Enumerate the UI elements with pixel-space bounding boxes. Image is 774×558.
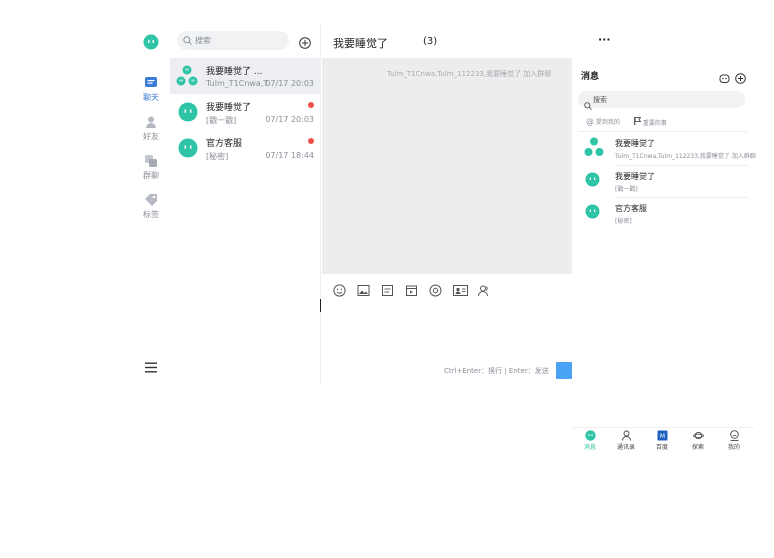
contacts-icon	[621, 430, 632, 441]
tab-label: 我的	[727, 444, 740, 451]
contact-card-icon[interactable]	[453, 282, 468, 296]
search-icon	[584, 95, 592, 114]
rail-item-friends[interactable]: 好友	[134, 115, 168, 142]
emoji-icon[interactable]	[333, 282, 346, 297]
input-hint: Ctrl+Enter：换行 | Enter：发送	[444, 367, 549, 375]
item-name: 我要睡觉了	[615, 172, 655, 181]
search-input[interactable]: 搜索	[177, 31, 289, 50]
conversation-item[interactable]: 我要睡觉了 ... Tulm_T1Cnwa,T... 07/17 20:03	[170, 58, 320, 94]
tab-messages[interactable]: 消息	[572, 430, 608, 451]
tab-profile[interactable]: 我的	[716, 430, 752, 451]
avatar	[178, 102, 198, 122]
tab-bar-divider	[572, 427, 754, 428]
divider	[615, 165, 748, 166]
filter-label: 重要的事	[642, 120, 667, 127]
unread-dot	[308, 138, 314, 144]
filter-mentions[interactable]: @ 提到我的	[586, 117, 620, 126]
tab-contacts[interactable]: 通讯录	[608, 430, 644, 451]
bot-icon[interactable]	[719, 69, 730, 83]
group-avatar	[176, 65, 198, 87]
search-placeholder: 搜索	[195, 36, 211, 45]
conversation-item[interactable]: 我要睡觉了 [戳一戳] 07/17 20:03	[170, 94, 320, 130]
rail-item-label: 群聊	[143, 171, 159, 180]
avatar	[585, 172, 600, 187]
member-count: (3)	[423, 36, 438, 47]
app-logo-icon	[143, 34, 159, 50]
messages-icon	[584, 430, 596, 441]
rail-item-chat[interactable]: 聊天	[134, 76, 168, 103]
flag-icon	[634, 117, 642, 127]
list-item[interactable]: 官方客服 [秘密]	[572, 201, 754, 233]
svg-text:M: M	[659, 433, 664, 440]
chat-icon	[144, 76, 158, 90]
conversation-list: 搜索 我要睡觉了 ... Tulm_T1Cnwa,T... 07/17 20:0…	[170, 24, 321, 384]
baidu-icon: M	[657, 430, 668, 441]
conversation-name: 官方客服	[206, 139, 243, 149]
rail-item-label: 标签	[143, 210, 159, 219]
search-icon	[183, 36, 192, 47]
conversation-time: 07/17 20:03	[265, 115, 314, 124]
item-preview: [秘密]	[615, 218, 632, 225]
item-preview: Tulm_T1Cnwa,Tulm_112233,我要睡觉了 加入群聊	[615, 153, 756, 160]
file-icon[interactable]	[381, 282, 394, 296]
text-cursor	[320, 299, 321, 312]
calendar-icon[interactable]	[405, 282, 418, 296]
conversation-item[interactable]: 官方客服 [秘密] 07/17 18:44	[170, 130, 320, 166]
panel-title: 消息	[581, 72, 600, 82]
search-placeholder: 搜索	[593, 96, 607, 104]
group-icon	[144, 154, 158, 168]
friends-icon	[144, 115, 158, 129]
image-icon[interactable]	[357, 282, 370, 296]
profile-icon	[729, 430, 740, 441]
system-message: Tulm_T1Cnwa,Tulm_112233,我要睡觉了 加入群聊	[387, 70, 552, 78]
group-member-icon[interactable]	[477, 282, 490, 297]
mention-icon[interactable]	[429, 282, 442, 297]
chat-title: 我要睡觉了	[333, 37, 388, 50]
menu-icon[interactable]	[145, 358, 157, 373]
item-name: 官方客服	[615, 204, 647, 213]
rail-item-group[interactable]: 群聊	[134, 154, 168, 181]
tab-explore[interactable]: 探索	[680, 430, 716, 451]
divider	[578, 131, 748, 132]
conversation-time: 07/17 20:03	[265, 79, 314, 88]
tab-baidu[interactable]: M 百度	[644, 430, 680, 451]
search-input[interactable]: 搜索	[578, 91, 745, 110]
filter-important[interactable]: 重要的事	[634, 117, 667, 127]
tag-icon	[144, 193, 158, 207]
divider	[615, 197, 748, 198]
conversation-name: 我要睡觉了 ...	[206, 67, 263, 77]
group-avatar	[584, 137, 604, 157]
message-input-area: Ctrl+Enter：换行 | Enter：发送	[320, 274, 572, 384]
add-icon[interactable]	[735, 69, 746, 84]
add-icon[interactable]	[299, 34, 311, 49]
chat-header: 我要睡觉了 (3) ···	[322, 24, 620, 58]
item-preview: [戳一戳]	[615, 186, 638, 193]
tab-label: 通讯录	[616, 444, 635, 451]
nav-rail: 聊天 好友 群聊 标签	[134, 24, 168, 384]
conversation-preview: [戳一戳]	[206, 116, 237, 125]
at-icon: @	[586, 117, 594, 126]
rail-item-label: 好友	[143, 132, 159, 141]
mobile-preview-panel: 消息 搜索 @ 提到我的 重要的事 我要睡觉了 Tulm_T1Cnwa,Tulm…	[572, 58, 756, 458]
item-name: 我要睡觉了	[615, 139, 655, 148]
conversation-time: 07/17 18:44	[265, 151, 314, 160]
conversation-preview: Tulm_T1Cnwa,T...	[206, 79, 268, 88]
list-item[interactable]: 我要睡觉了 Tulm_T1Cnwa,Tulm_112233,我要睡觉了 加入群聊	[572, 136, 756, 168]
avatar	[178, 138, 198, 158]
tab-label: 消息	[583, 444, 596, 451]
send-button[interactable]	[556, 362, 572, 379]
planet-icon	[692, 430, 704, 441]
more-options-button[interactable]: ···	[598, 33, 611, 46]
conversation-preview: [秘密]	[206, 152, 229, 161]
tab-label: 百度	[655, 444, 668, 451]
filter-label: 提到我的	[595, 119, 620, 126]
tab-label: 探索	[691, 444, 704, 451]
unread-dot	[308, 102, 314, 108]
rail-item-label: 聊天	[143, 93, 159, 102]
message-area: Tulm_T1Cnwa,Tulm_112233,我要睡觉了 加入群聊	[322, 58, 572, 274]
avatar	[585, 204, 600, 219]
conversation-name: 我要睡觉了	[206, 103, 252, 113]
rail-item-tag[interactable]: 标签	[134, 193, 168, 220]
